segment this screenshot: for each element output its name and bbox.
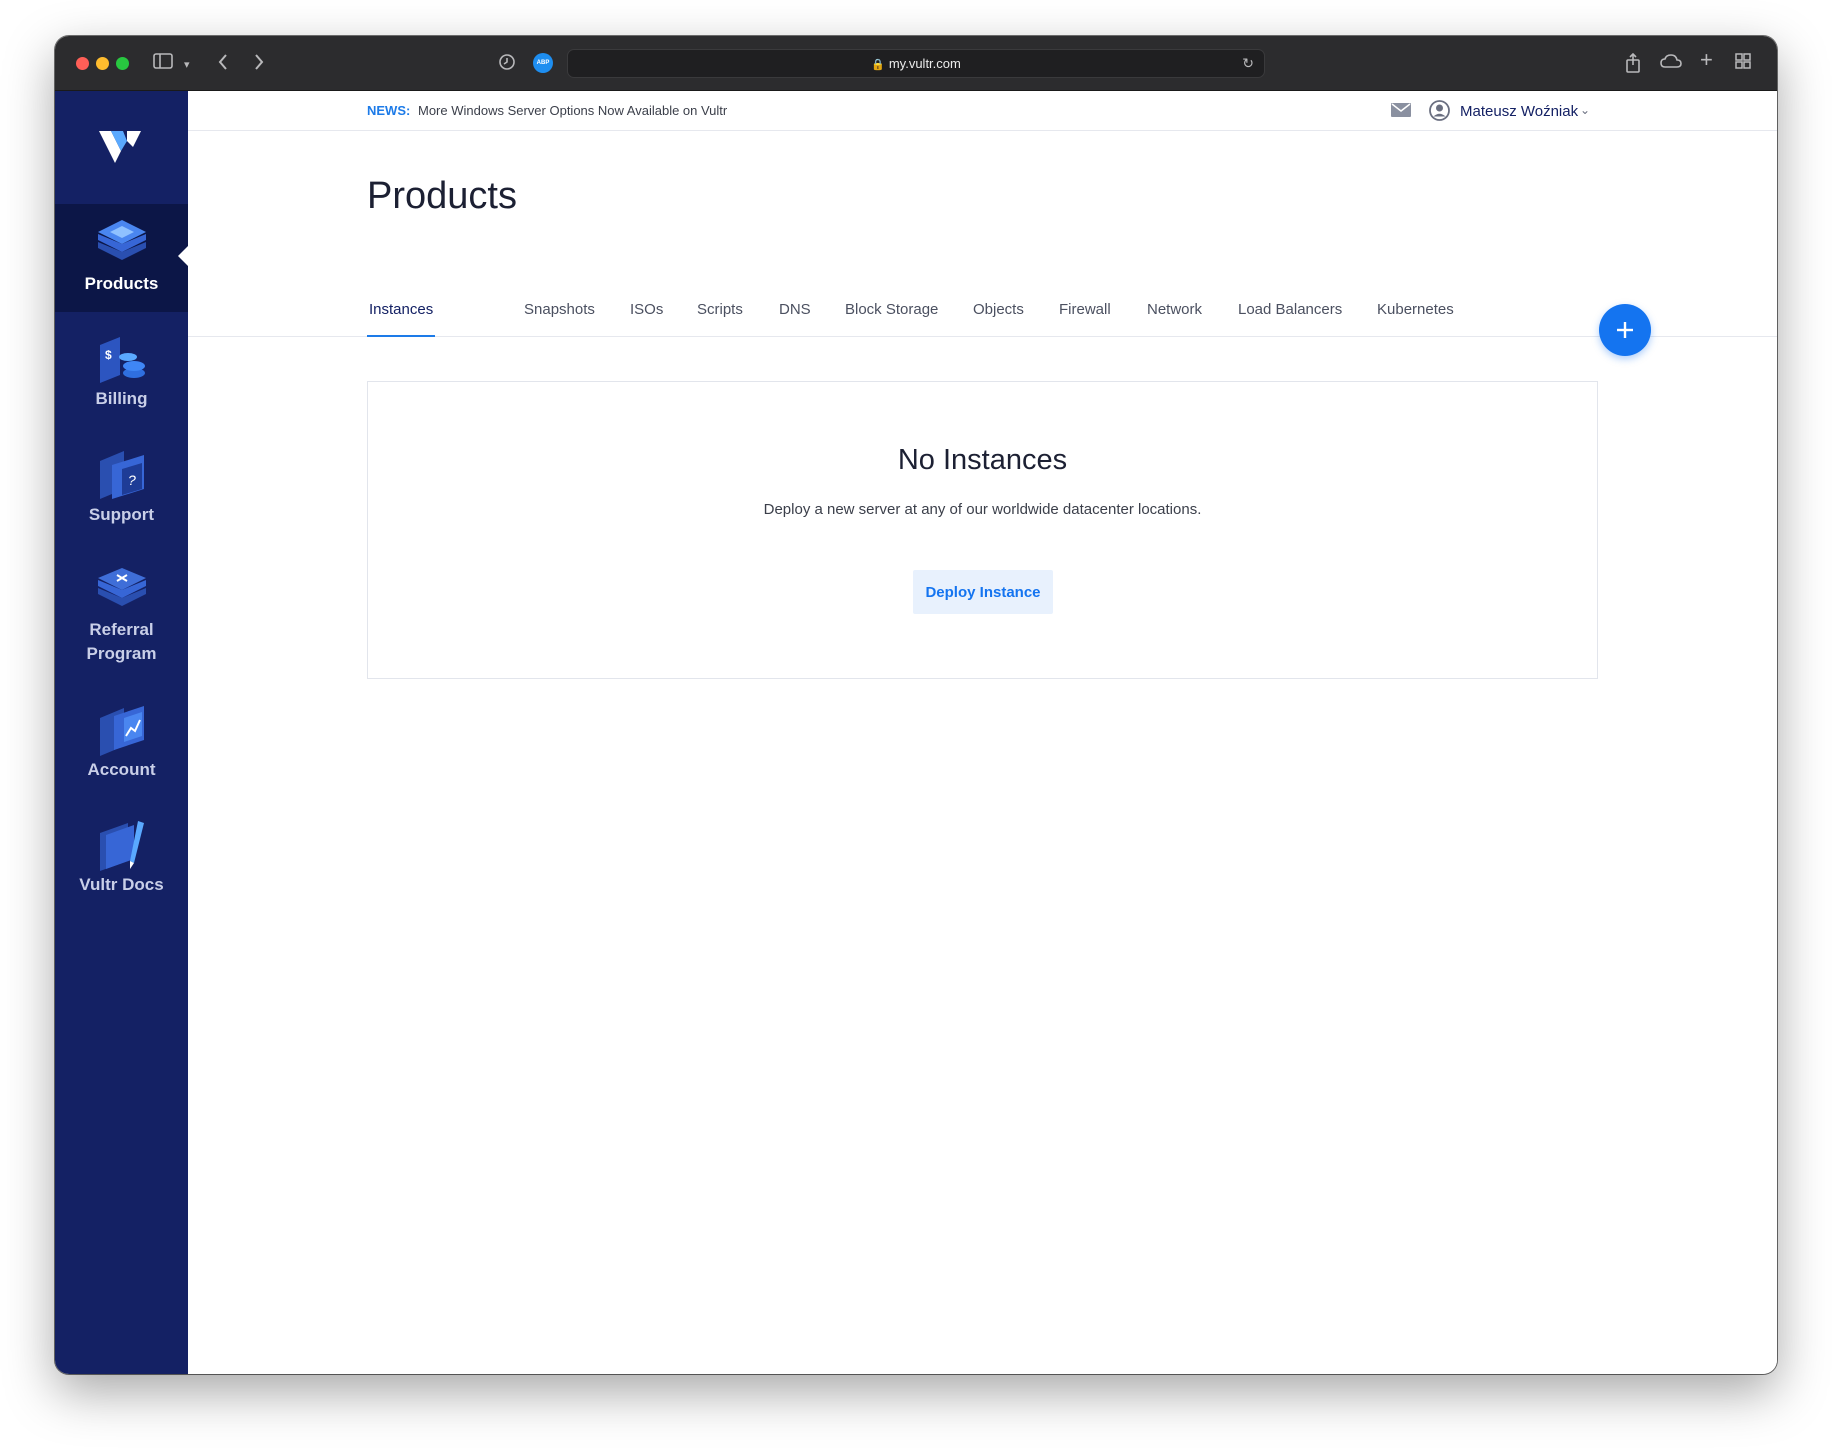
empty-state-title: No Instances — [897, 444, 1068, 476]
minimize-window-button[interactable] — [96, 57, 109, 70]
sidebar-toggle-icon[interactable] — [153, 53, 173, 73]
products-tabs: Instances Snapshots ISOs Scripts DNS Blo… — [188, 295, 1777, 337]
tab-network[interactable]: Network — [1147, 295, 1202, 337]
sidebar-item-billing[interactable]: $ Billing — [55, 325, 188, 425]
account-icon — [99, 706, 144, 756]
sidebar-item-label: Account — [87, 760, 156, 779]
zoom-window-button[interactable] — [116, 57, 129, 70]
sidebar-item-referral[interactable]: Referral Program — [55, 556, 188, 686]
news-bar: NEWS: More Windows Server Options Now Av… — [188, 91, 1777, 131]
user-avatar-icon[interactable] — [1429, 100, 1450, 126]
forward-icon[interactable] — [253, 53, 265, 75]
plus-icon — [1617, 322, 1633, 338]
chevron-down-icon[interactable]: ⌄ — [1580, 103, 1590, 117]
products-icon — [97, 220, 146, 260]
tab-firewall[interactable]: Firewall — [1059, 295, 1111, 337]
back-icon[interactable] — [217, 53, 229, 75]
sidebar-item-products[interactable]: Products — [55, 204, 188, 312]
sidebar-item-label: Billing — [95, 389, 148, 408]
tab-group-chevron-icon[interactable]: ▾ — [184, 55, 190, 75]
empty-state-card: No Instances Deploy a new server at any … — [367, 381, 1598, 679]
page-title: Products — [367, 175, 517, 217]
icloud-icon[interactable] — [1660, 53, 1682, 73]
vultr-logo[interactable] — [55, 91, 188, 204]
sidebar-item-account[interactable]: Account — [55, 696, 188, 796]
user-menu[interactable]: Mateusz Woźniak — [1460, 103, 1578, 120]
svg-text:?: ? — [128, 472, 136, 488]
history-icon[interactable] — [498, 53, 516, 75]
browser-window: ▾ ABP 🔒 my.vultr.com ↻ + Products $ Bill… — [55, 36, 1777, 1374]
new-tab-icon[interactable]: + — [1700, 49, 1713, 71]
sidebar-item-label: Support — [88, 505, 155, 524]
tab-objects[interactable]: Objects — [973, 295, 1024, 337]
mail-icon[interactable] — [1391, 102, 1411, 123]
support-icon: ? — [99, 451, 144, 499]
sidebar-item-label: Referral Program — [86, 620, 157, 663]
active-indicator — [178, 246, 188, 266]
tab-scripts[interactable]: Scripts — [697, 295, 743, 337]
main-content: NEWS: More Windows Server Options Now Av… — [188, 91, 1777, 1374]
sidebar-item-label: Vultr Docs — [79, 875, 164, 894]
tab-isos[interactable]: ISOs — [630, 295, 663, 337]
sidebar: Products $ Billing ? Support Referral Pr… — [55, 91, 188, 1374]
tab-block-storage[interactable]: Block Storage — [845, 295, 938, 337]
docs-icon — [99, 821, 144, 871]
share-icon[interactable] — [1625, 52, 1641, 77]
svg-text:$: $ — [105, 348, 112, 362]
sidebar-item-label: Products — [84, 274, 159, 293]
deploy-instance-button[interactable]: Deploy Instance — [913, 570, 1053, 614]
tab-load-balancers[interactable]: Load Balancers — [1238, 295, 1342, 337]
sidebar-item-support[interactable]: ? Support — [55, 441, 188, 541]
url-text: my.vultr.com — [888, 56, 961, 71]
vultr-logo-icon — [99, 131, 141, 163]
news-label: NEWS: — [367, 103, 411, 118]
address-bar[interactable]: 🔒 my.vultr.com ↻ — [567, 49, 1265, 78]
billing-icon: $ — [99, 337, 145, 383]
tab-dns[interactable]: DNS — [779, 295, 811, 337]
add-product-button[interactable] — [1599, 304, 1651, 356]
tab-kubernetes[interactable]: Kubernetes — [1377, 295, 1454, 337]
close-window-button[interactable] — [76, 57, 89, 70]
referral-icon — [97, 568, 146, 606]
empty-state-description: Deploy a new server at any of our worldw… — [763, 501, 1202, 518]
reload-icon[interactable]: ↻ — [1242, 55, 1254, 72]
adblock-extension-icon[interactable]: ABP — [533, 53, 553, 73]
lock-icon: 🔒 — [871, 59, 885, 71]
news-link[interactable]: More Windows Server Options Now Availabl… — [418, 103, 727, 118]
browser-toolbar: ▾ ABP 🔒 my.vultr.com ↻ + — [55, 36, 1777, 91]
tab-overview-icon[interactable] — [1735, 53, 1751, 73]
sidebar-item-docs[interactable]: Vultr Docs — [55, 811, 188, 911]
tab-snapshots[interactable]: Snapshots — [524, 295, 595, 337]
tab-instances[interactable]: Instances — [367, 295, 436, 337]
